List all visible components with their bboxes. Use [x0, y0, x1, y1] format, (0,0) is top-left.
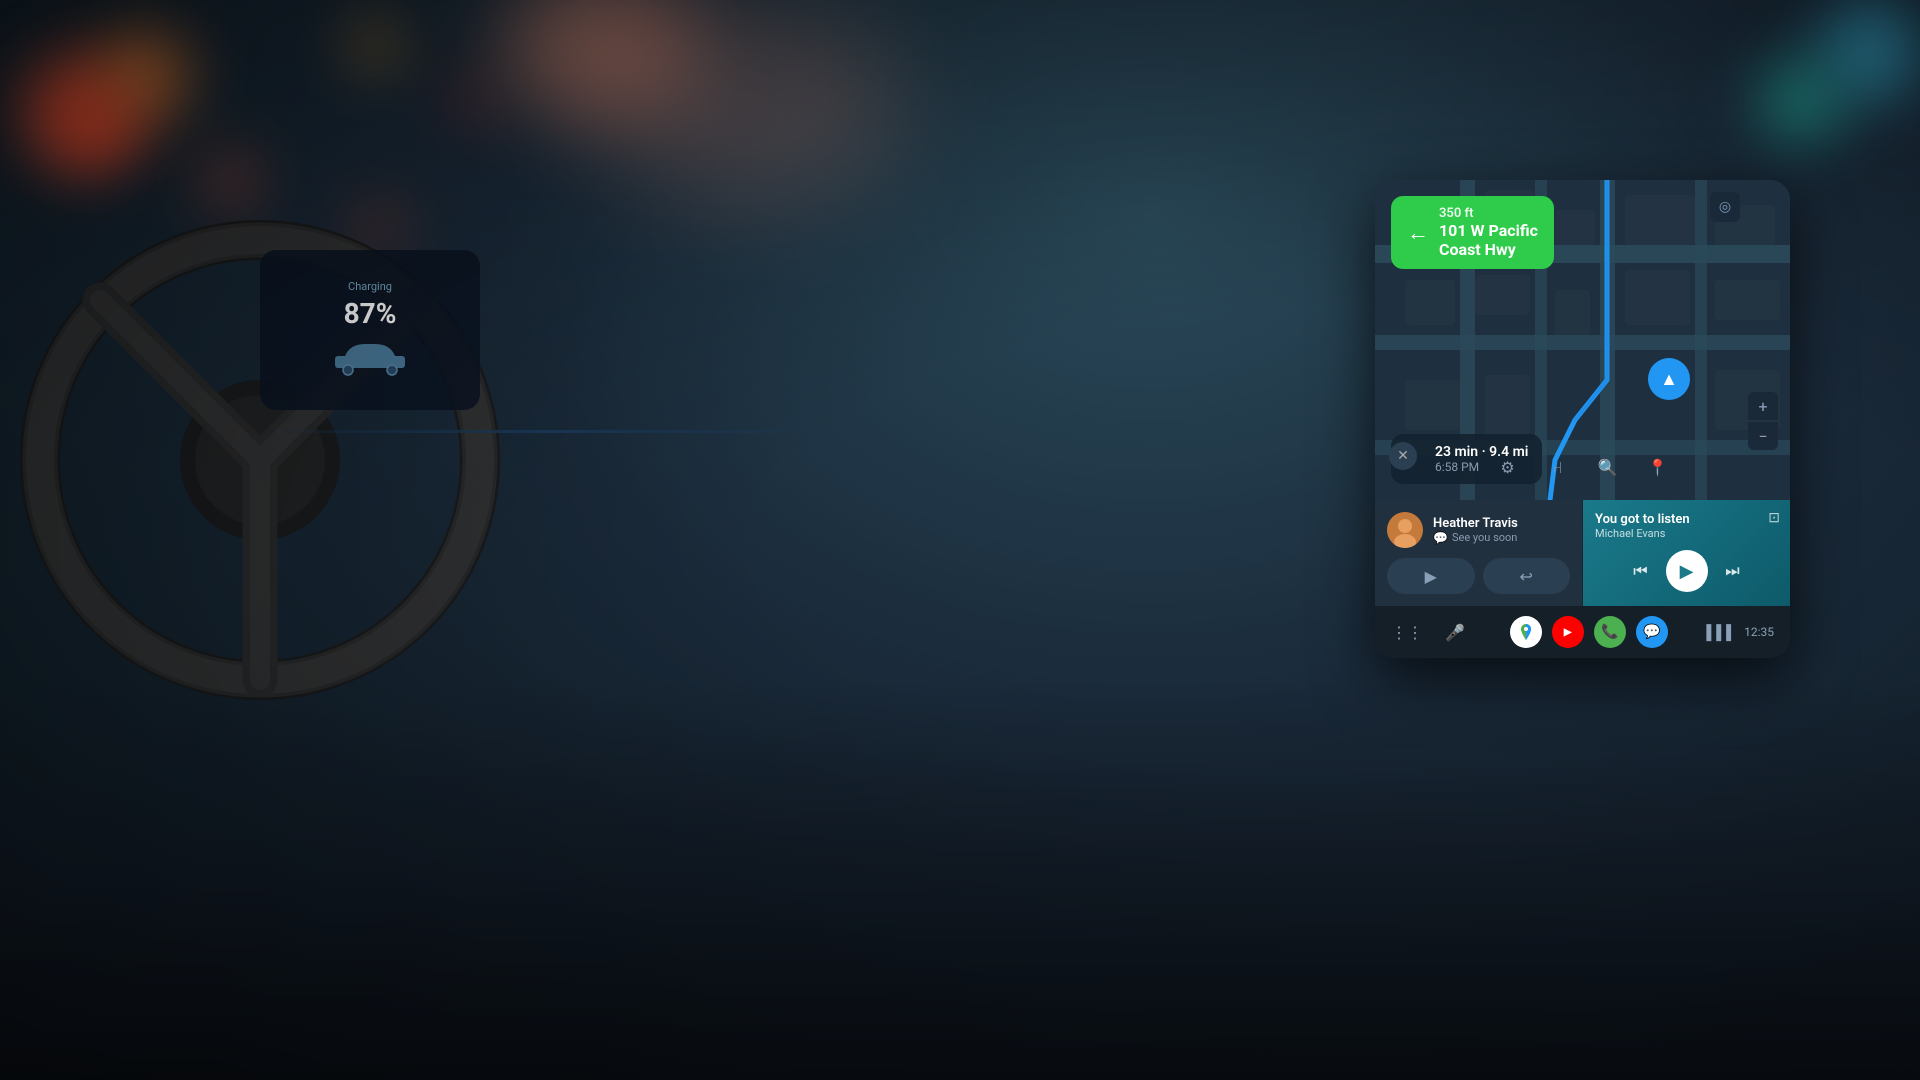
avatar-face: [1387, 512, 1423, 548]
nav-bar: ⋮⋮ 🎤 ▶ 📞 💬: [1375, 606, 1790, 658]
map-tools: ⚙ ⑁ 🔍 📍: [1491, 450, 1675, 484]
battery-percent: 87%: [344, 297, 397, 330]
instrument-cluster: Charging 87%: [260, 250, 480, 410]
message-preview: See you soon: [1452, 531, 1517, 544]
dashboard-line: [250, 430, 850, 433]
eta-close-btn[interactable]: ✕: [1389, 442, 1417, 470]
charging-label: Charging: [348, 280, 392, 293]
app-icons: ▶ 📞 💬: [1510, 616, 1668, 648]
settings-btn[interactable]: ⚙: [1491, 450, 1525, 484]
mic-btn[interactable]: 🎤: [1439, 616, 1471, 648]
app-youtube-btn[interactable]: ▶: [1552, 616, 1584, 648]
grid-btn[interactable]: ⋮⋮: [1391, 616, 1423, 648]
chat-icon: 💬: [1433, 531, 1448, 545]
turn-street: 101 W PacificCoast Hwy: [1439, 221, 1538, 259]
message-meta: Heather Travis 💬 See you soon: [1433, 516, 1570, 545]
avatar: [1387, 512, 1423, 548]
location-icon-btn[interactable]: ◎: [1710, 192, 1740, 222]
zoom-controls: + −: [1748, 392, 1778, 450]
message-card[interactable]: Heather Travis 💬 See you soon ▶ ↩: [1375, 500, 1583, 606]
nav-left: ⋮⋮ 🎤: [1391, 616, 1471, 648]
search-btn[interactable]: 🔍: [1591, 450, 1625, 484]
zoom-in-btn[interactable]: +: [1748, 392, 1778, 420]
message-actions: ▶ ↩: [1387, 558, 1570, 594]
routes-btn[interactable]: ⑁: [1541, 450, 1575, 484]
song-title: You got to listen: [1595, 512, 1778, 527]
contact-name: Heather Travis: [1433, 516, 1570, 531]
nav-arrow: ▲: [1648, 358, 1690, 400]
song-artist: Michael Evans: [1595, 527, 1778, 540]
nav-right: ▌▌▌ 12:35: [1706, 624, 1774, 641]
time-display: 12:35: [1744, 625, 1774, 639]
app-maps-btn[interactable]: [1510, 616, 1542, 648]
turn-distance: 350 ft: [1439, 206, 1538, 221]
play-message-btn[interactable]: ▶: [1387, 558, 1475, 594]
bottom-cards: Heather Travis 💬 See you soon ▶ ↩ ⊡ You …: [1375, 500, 1790, 606]
play-pause-btn[interactable]: ▶: [1666, 550, 1708, 592]
reply-btn[interactable]: ↩: [1483, 558, 1571, 594]
zoom-out-btn[interactable]: −: [1748, 422, 1778, 450]
map-section[interactable]: ← 350 ft 101 W PacificCoast Hwy ◎ ✕ 23 m…: [1375, 180, 1790, 500]
app-phone-btn[interactable]: 📞: [1594, 616, 1626, 648]
turn-banner: ← 350 ft 101 W PacificCoast Hwy: [1391, 196, 1554, 269]
message-indicator: 💬 See you soon: [1433, 531, 1570, 545]
signal-icon: ▌▌▌: [1706, 624, 1736, 641]
next-btn[interactable]: ⏭: [1716, 554, 1750, 588]
music-controls: ⏮ ▶ ⏭: [1595, 550, 1778, 592]
android-auto-panel: ← 350 ft 101 W PacificCoast Hwy ◎ ✕ 23 m…: [1375, 180, 1790, 658]
app-messages-btn[interactable]: 💬: [1636, 616, 1668, 648]
prev-btn[interactable]: ⏮: [1624, 554, 1658, 588]
steering-wheel: [20, 120, 600, 770]
cast-icon[interactable]: ⊡: [1768, 510, 1780, 526]
car-silhouette: [330, 336, 410, 376]
music-card[interactable]: ⊡ You got to listen Michael Evans ⏮ ▶ ⏭: [1583, 500, 1790, 606]
turn-arrow-icon: ←: [1407, 220, 1429, 246]
turn-info: 350 ft 101 W PacificCoast Hwy: [1439, 206, 1538, 259]
message-header: Heather Travis 💬 See you soon: [1387, 512, 1570, 548]
pin-btn[interactable]: 📍: [1641, 450, 1675, 484]
